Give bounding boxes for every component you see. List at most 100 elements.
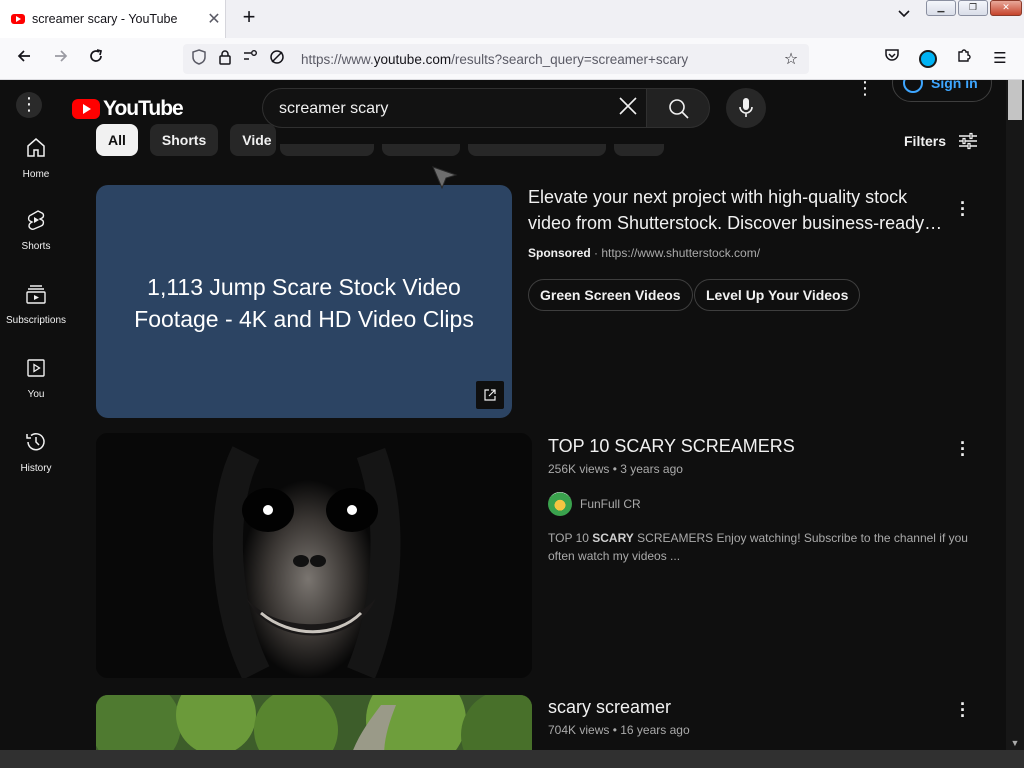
url-domain: youtube.com <box>373 51 452 67</box>
browser-tab-bar: screamer scary - YouTube ✕ + ▁ ❐ ✕ <box>0 0 1024 38</box>
sidebar-item-home[interactable]: Home <box>0 136 72 180</box>
guide-menu-icon[interactable]: ⋮ <box>16 92 42 118</box>
settings-more-icon[interactable]: ⋮ <box>856 80 874 97</box>
clear-search-icon[interactable] <box>614 95 642 123</box>
search-input[interactable] <box>279 98 599 120</box>
sidebar-label: Shorts <box>21 241 51 252</box>
minimize-button[interactable]: ▁ <box>926 0 956 16</box>
sign-in-label: Sign in <box>931 80 978 91</box>
ad-meta: Sponsored · https://www.shutterstock.com… <box>528 246 760 260</box>
video-thumbnail[interactable] <box>96 695 532 750</box>
lock-icon[interactable] <box>215 49 235 69</box>
page-scrollbar[interactable]: ▼ <box>1006 80 1024 750</box>
youtube-logo[interactable]: YouTube <box>72 97 184 121</box>
chip-hidden[interactable] <box>381 144 460 156</box>
search-button[interactable] <box>646 88 710 128</box>
scrollbar-thumb[interactable] <box>1008 80 1022 120</box>
desc-highlight: SCARY <box>592 531 634 545</box>
voice-search-button[interactable] <box>726 88 766 128</box>
search-icon <box>669 99 689 119</box>
filters-label: Filters <box>904 133 947 149</box>
chip-all[interactable]: All <box>96 124 138 156</box>
scroll-down-arrow-icon[interactable]: ▼ <box>1009 738 1021 748</box>
ad-card-title: 1,113 Jump Scare Stock Video Footage - 4… <box>134 274 474 332</box>
sidebar-item-you[interactable]: You <box>0 356 72 400</box>
bookmark-star-icon[interactable]: ☆ <box>779 49 803 69</box>
upload-age: 3 years ago <box>620 462 683 476</box>
sidebar-item-shorts[interactable]: Shorts <box>0 208 72 252</box>
back-arrow-icon[interactable] <box>12 47 36 71</box>
account-avatar-icon[interactable] <box>916 47 940 71</box>
video-meta: 256K views • 3 years ago <box>548 462 683 476</box>
reload-icon[interactable] <box>84 47 108 71</box>
new-tab-button[interactable]: + <box>236 5 262 31</box>
browser-tab-active[interactable]: screamer scary - YouTube ✕ <box>0 0 226 38</box>
tab-close-icon[interactable]: ✕ <box>203 9 225 29</box>
channel-avatar[interactable] <box>548 492 572 516</box>
chip-hidden[interactable] <box>279 144 374 156</box>
sign-in-button[interactable]: Sign in <box>892 80 992 102</box>
video-title[interactable]: TOP 10 SCARY SCREAMERS <box>548 436 795 457</box>
sidebar-label: Home <box>22 169 50 180</box>
chip-shorts[interactable]: Shorts <box>149 124 219 156</box>
video-more-actions-icon[interactable]: · · · <box>955 695 971 725</box>
url-prefix: https://www. <box>301 51 374 67</box>
sidebar-label: You <box>27 389 45 400</box>
youtube-favicon-icon <box>11 14 25 24</box>
ad-thumbnail[interactable]: 1,113 Jump Scare Stock Video Footage - 4… <box>96 185 512 418</box>
ad-url[interactable]: https://www.shutterstock.com/ <box>601 246 760 260</box>
ad-more-actions-icon[interactable]: · · · <box>955 194 971 224</box>
chip-videos[interactable]: Vide <box>230 124 276 156</box>
youtube-wordmark: YouTube <box>103 97 184 120</box>
search-box <box>262 88 646 128</box>
mouse-cursor-icon <box>432 166 458 190</box>
url-path: /results?search_query=screamer+scary <box>451 51 689 67</box>
channel-link[interactable]: FunFull CR <box>548 492 641 516</box>
microphone-icon <box>739 98 753 117</box>
filters-button[interactable]: Filters <box>904 132 978 150</box>
bottom-bar <box>0 750 1024 768</box>
view-count: 256K views <box>548 462 610 476</box>
window-controls: ▁ ❐ ✕ <box>926 0 1022 16</box>
ad-sitelink-button[interactable]: Green Screen Videos <box>528 279 693 311</box>
url-text[interactable]: https://www.youtube.com/results?search_q… <box>301 52 779 67</box>
pocket-icon[interactable] <box>880 47 904 71</box>
your-channel-icon <box>27 359 45 377</box>
sidebar-item-history[interactable]: History <box>0 430 72 474</box>
channel-name[interactable]: FunFull CR <box>580 497 641 511</box>
video-thumbnail[interactable] <box>96 433 532 678</box>
video-meta: 704K views • 16 years ago <box>548 723 690 737</box>
video-title[interactable]: scary screamer <box>548 697 671 718</box>
ad-headline[interactable]: Elevate your next project with high-qual… <box>528 184 948 236</box>
subscriptions-icon <box>26 285 46 304</box>
external-link-button[interactable] <box>476 381 504 409</box>
list-all-tabs-icon[interactable] <box>893 6 915 28</box>
sliders-icon <box>959 132 978 150</box>
restore-button[interactable]: ❐ <box>958 0 988 16</box>
external-link-icon <box>484 389 496 401</box>
tab-title: screamer scary - YouTube <box>32 12 178 26</box>
forward-arrow-icon[interactable] <box>49 47 73 71</box>
chip-hidden[interactable] <box>613 144 664 156</box>
app-menu-icon[interactable]: ☰ <box>988 47 1012 71</box>
shield-icon[interactable] <box>189 49 209 69</box>
view-count: 704K views <box>548 723 610 737</box>
chip-hidden[interactable] <box>467 144 606 156</box>
meta-separator: · <box>590 246 602 260</box>
video-description: TOP 10 SCARY SCREAMERS Enjoy watching! S… <box>548 529 988 565</box>
youtube-page: ⋮ YouTube ⋮ Sign in All Shorts Vide Filt… <box>0 80 1006 750</box>
ad-sitelink-button[interactable]: Level Up Your Videos <box>694 279 861 311</box>
window-close-button[interactable]: ✕ <box>990 0 1022 16</box>
extensions-icon[interactable] <box>952 47 976 71</box>
tracking-blocked-icon[interactable] <box>267 49 287 69</box>
upload-age: 16 years ago <box>620 723 690 737</box>
forest-thumbnail-image <box>96 695 532 750</box>
shorts-icon <box>27 210 45 230</box>
meta-separator: • <box>609 462 621 476</box>
sidebar-item-subscriptions[interactable]: Subscriptions <box>0 282 72 326</box>
url-bar[interactable]: https://www.youtube.com/results?search_q… <box>183 44 809 74</box>
permissions-icon[interactable] <box>241 49 261 69</box>
desc-text: TOP 10 <box>548 531 593 545</box>
history-icon <box>26 433 45 451</box>
video-more-actions-icon[interactable]: · · · <box>955 434 971 464</box>
